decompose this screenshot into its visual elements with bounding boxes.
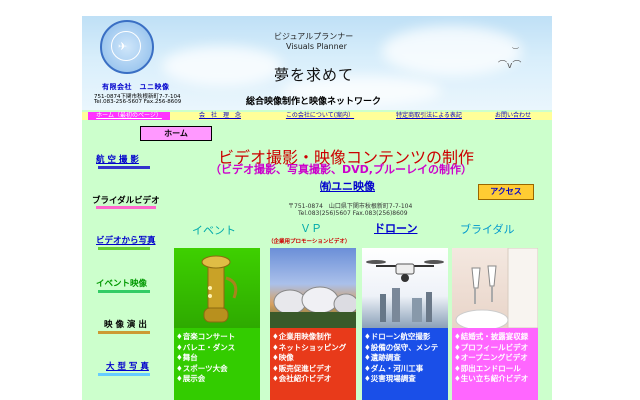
- tuba-icon: [201, 255, 238, 323]
- list-item: ♦スポーツ大会: [176, 363, 228, 373]
- nav-item-home[interactable]: ホーム（最初のページ）: [88, 112, 170, 120]
- sidebar-item-event[interactable]: イベント映像: [96, 277, 147, 289]
- sidebar-item-video-photo[interactable]: ビデオから写真: [96, 234, 156, 246]
- header-subtitle: 総合映像制作と映像ネットワーク: [246, 97, 382, 107]
- list-item: ♦ネットショッピング: [272, 342, 347, 352]
- list-item: ♦バレエ・ダンス: [176, 342, 236, 352]
- panel-drone[interactable]: ♦ドローン航空撮影 ♦設備の保守、メンテ ♦遺跡調査 ♦ダム・河川工事 ♦災害現…: [362, 248, 448, 400]
- nav-item-philosophy[interactable]: 会 社 理 念: [190, 112, 250, 120]
- sidebar-underline: [98, 166, 150, 169]
- list-item: ♦販売促進ビデオ: [272, 363, 332, 373]
- sidebar-underline: [96, 206, 156, 209]
- list-item: ♦結婚式・披露宴収録: [454, 332, 529, 341]
- sidebar-item-aerial[interactable]: 航 空 撮 影: [96, 153, 139, 165]
- drone-list: ♦ドローン航空撮影 ♦設備の保守、メンテ ♦遺跡調査 ♦ダム・河川工事 ♦災害現…: [364, 332, 448, 385]
- panel-vp[interactable]: ♦企業用映像制作 ♦ネットショッピング ♦映像 ♦販売促進ビデオ ♦会社紹介ビデ…: [270, 248, 356, 400]
- list-item: ♦オープニングビデオ: [454, 353, 528, 362]
- panel-bridal[interactable]: ♦結婚式・披露宴収録 ♦プロフィールビデオ ♦オープニングビデオ ♦即出エンドロ…: [452, 248, 538, 400]
- bridal-image: [452, 248, 538, 328]
- sidebar-item-large-photo[interactable]: 大 型 写 真: [106, 360, 149, 372]
- wedding-toast-icon: [455, 248, 538, 328]
- list-item: ♦遺跡調査: [364, 353, 401, 362]
- drone-image: [362, 248, 448, 328]
- list-item: ♦ダム・河川工事: [364, 363, 424, 373]
- sidebar-underline: [98, 247, 150, 250]
- event-list: ♦音楽コンサート ♦バレエ・ダンス ♦舞台 ♦スポーツ大会 ♦展示会: [176, 332, 260, 385]
- list-item: ♦映像: [272, 353, 294, 362]
- top-nav: ホーム（最初のページ） 会 社 理 念 この会社について(案内） 特定商取引法に…: [82, 112, 552, 120]
- bridal-list: ♦結婚式・披露宴収録 ♦プロフィールビデオ ♦オープニングビデオ ♦即出エンドロ…: [454, 332, 538, 385]
- gas-tanks-icon: [270, 286, 356, 328]
- nav-item-contact[interactable]: お問い合わせ: [486, 112, 540, 120]
- list-item: ♦生い立ち紹介ビデオ: [454, 374, 529, 383]
- postal-address: 〒751-0874 山口県下関市秋根新町7-7-104: [288, 203, 413, 210]
- column-heading-bridal: ブライダル: [460, 223, 515, 236]
- sidebar-underline: [98, 290, 150, 293]
- column-heading-vp: ＶＰ: [300, 222, 322, 235]
- sidebar-underline: [98, 373, 150, 376]
- main-subtitle: （ビデオ撮影、写真撮影、DVD,ブルーレイの制作）: [210, 163, 472, 176]
- list-item: ♦プロフィールビデオ: [454, 342, 529, 352]
- nav-item-legal[interactable]: 特定商取引法による表記: [388, 112, 470, 120]
- seagull-icon: ⌒v⌒: [498, 61, 522, 71]
- header-banner: ✈ 有限会社 ユニ映像 751-0874下関市秋根新町7-7-104 Tel.0…: [82, 16, 552, 110]
- list-item: ♦展示会: [176, 374, 206, 383]
- list-item: ♦舞台: [176, 353, 198, 362]
- list-item: ♦災害現場調査: [364, 374, 416, 383]
- list-item: ♦即出エンドロール: [454, 363, 521, 373]
- tuba-image: [174, 248, 260, 328]
- drone-icon: [366, 260, 444, 322]
- header-slogan: 夢を求めて: [274, 66, 355, 84]
- header-title-en: Visuals Planner: [286, 42, 347, 51]
- vp-list: ♦企業用映像制作 ♦ネットショッピング ♦映像 ♦販売促進ビデオ ♦会社紹介ビデ…: [272, 332, 356, 385]
- sidebar-item-production[interactable]: 映 像 演 出: [104, 318, 147, 330]
- access-button[interactable]: アクセス: [478, 184, 534, 200]
- sidebar-item-bridal[interactable]: ブライダルビデオ: [92, 194, 160, 206]
- list-item: ♦企業用映像制作: [272, 332, 332, 341]
- nav-item-about[interactable]: この会社について(案内）: [278, 112, 362, 120]
- column-subheading-vp: （企業用プロモーションビデオ）: [268, 239, 351, 245]
- list-item: ♦ドローン航空撮影: [364, 332, 431, 341]
- column-heading-drone[interactable]: ドローン: [374, 220, 417, 236]
- company-link[interactable]: ㈲ユニ映像: [320, 178, 375, 194]
- page: ✈ 有限会社 ユニ映像 751-0874下関市秋根新町7-7-104 Tel.0…: [82, 16, 552, 400]
- header-title-jp: ビジュアルプランナー: [274, 32, 354, 41]
- panel-event[interactable]: ♦音楽コンサート ♦バレエ・ダンス ♦舞台 ♦スポーツ大会 ♦展示会: [174, 248, 260, 400]
- list-item: ♦音楽コンサート: [176, 332, 236, 341]
- tanks-image: [270, 248, 356, 328]
- sidebar-underline: [98, 331, 150, 334]
- home-button[interactable]: ホーム: [140, 126, 212, 141]
- list-item: ♦会社紹介ビデオ: [272, 374, 332, 383]
- header-phone: Tel.083-256-5607 Fax.256-8609: [94, 99, 182, 105]
- company-name: 有限会社 ユニ映像: [102, 83, 170, 91]
- company-seal-logo: ✈: [100, 20, 154, 74]
- seagull-icon: ︶: [512, 47, 519, 55]
- tel-fax: Tel.083(256)5607 Fax.083(256)8609: [298, 210, 408, 217]
- column-heading-event: イベント: [192, 224, 236, 237]
- list-item: ♦設備の保守、メンテ: [364, 342, 439, 352]
